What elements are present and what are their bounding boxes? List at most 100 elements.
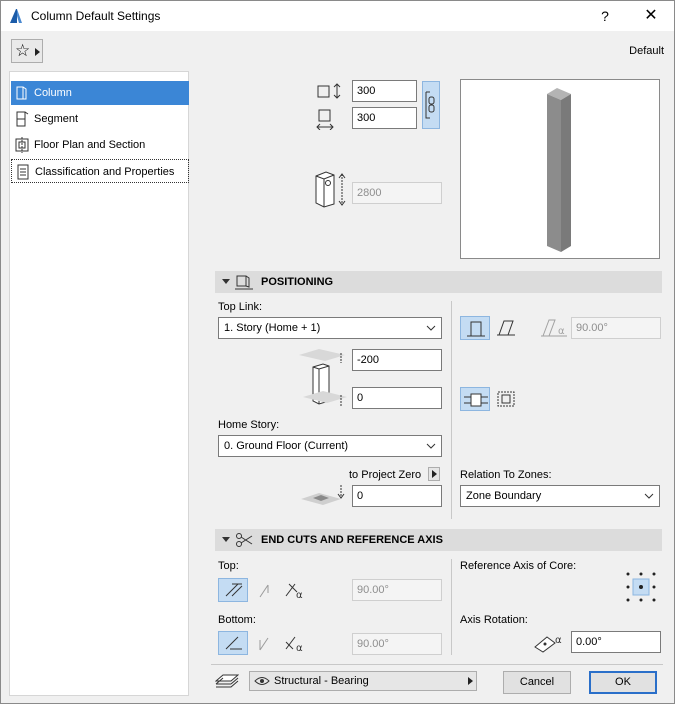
layer-icon — [215, 671, 239, 689]
width-icon — [316, 83, 344, 99]
project-zero-icon — [301, 485, 347, 507]
nav-item-floor-plan-and-section[interactable]: Floor Plan and Section — [11, 133, 189, 157]
end-cuts-section-header[interactable]: END CUTS AND REFERENCE AXIS — [215, 529, 662, 551]
axis-rotation-field[interactable]: 0.00° — [571, 631, 661, 653]
svg-text:α: α — [555, 635, 562, 646]
window-title: Column Default Settings — [31, 9, 161, 23]
reference-level-button[interactable] — [428, 467, 440, 481]
ok-button[interactable]: OK — [589, 671, 657, 694]
title-bar: Column Default Settings ? ✕ — [1, 1, 674, 31]
nav-item-label: Floor Plan and Section — [34, 139, 146, 151]
cut-perpendicular-icon — [224, 635, 244, 651]
top-cut-angle-field[interactable]: 90.00° — [352, 579, 442, 601]
positioning-section-header[interactable]: POSITIONING — [215, 271, 662, 293]
bottom-offset-field[interactable]: 0 — [352, 387, 442, 409]
nav-item-column[interactable]: Column — [11, 81, 189, 105]
default-label: Default — [629, 45, 664, 57]
reference-axis-picker[interactable] — [625, 571, 657, 603]
floor-plan-icon — [14, 137, 30, 153]
end-cuts-title: END CUTS AND REFERENCE AXIS — [261, 534, 443, 546]
column-wall-relation-button[interactable] — [460, 387, 490, 411]
slanted-column-button[interactable] — [491, 316, 521, 340]
top-link-label: Top Link: — [218, 301, 263, 313]
collapse-triangle-icon — [222, 279, 230, 284]
settings-navigation: Column Segment Floor Plan and Section Cl… — [9, 71, 189, 696]
bottom-cut-perpendicular-button[interactable] — [218, 631, 248, 655]
slant-angle-icon: α — [541, 318, 567, 338]
svg-text:α: α — [558, 326, 565, 337]
nav-item-classification-and-properties[interactable]: Classification and Properties — [11, 159, 189, 183]
svg-text:α: α — [296, 590, 303, 599]
column-wrapped-button[interactable] — [491, 387, 521, 411]
depth-field[interactable]: 300 — [352, 107, 417, 129]
end-cuts-divider — [451, 559, 452, 655]
positioning-divider — [451, 301, 452, 519]
top-offset-field[interactable]: -200 — [352, 349, 442, 371]
cancel-button[interactable]: Cancel — [503, 671, 571, 694]
close-button[interactable]: ✕ — [637, 5, 665, 27]
structural-function-select[interactable]: Structural - Bearing — [249, 671, 477, 691]
column-3d-preview — [460, 79, 660, 259]
bottom-cut-angle-field[interactable]: 90.00° — [352, 633, 442, 655]
column-wrapped-icon — [494, 390, 518, 408]
slant-angle-field[interactable]: 90.00° — [571, 317, 661, 339]
cut-vertical-icon — [254, 581, 274, 599]
column-height-field[interactable]: 2800 — [352, 182, 442, 204]
home-story-value: 0. Ground Floor (Current) — [224, 440, 349, 452]
footer-divider — [211, 664, 663, 665]
column-in-wall-icon — [464, 391, 488, 409]
bottom-cut-label: Bottom: — [218, 614, 256, 626]
help-button[interactable]: ? — [593, 5, 617, 27]
favorites-button[interactable]: ☆ — [11, 39, 43, 63]
bottom-cut-vertical-button[interactable] — [249, 631, 279, 655]
slanted-column-icon — [496, 318, 516, 336]
eye-icon — [254, 675, 270, 687]
reference-axis-label: Reference Axis of Core: — [460, 560, 577, 572]
home-story-label: Home Story: — [218, 419, 280, 431]
home-story-select[interactable]: 0. Ground Floor (Current) — [218, 435, 442, 457]
top-offset-icon — [299, 349, 349, 409]
top-cut-perpendicular-button[interactable] — [218, 578, 248, 602]
column-height-icon — [312, 170, 348, 208]
vertical-column-icon — [466, 319, 486, 337]
chevron-right-icon — [432, 470, 437, 478]
bottom-cut-custom-angle-button[interactable]: α — [279, 631, 309, 655]
chevron-down-icon — [426, 436, 436, 456]
nav-item-segment[interactable]: Segment — [11, 107, 189, 131]
to-project-zero-label: to Project Zero — [349, 469, 422, 481]
relation-to-zones-select[interactable]: Zone Boundary — [460, 485, 660, 507]
top-cut-label: Top: — [218, 560, 239, 572]
star-icon: ☆ — [15, 41, 31, 60]
cut-angle-icon: α — [283, 581, 305, 599]
axis-rotation-icon: α — [533, 631, 567, 653]
scissors-icon — [235, 532, 253, 548]
nav-item-label: Column — [34, 87, 72, 99]
column-icon — [14, 85, 30, 101]
width-field[interactable]: 300 — [352, 80, 417, 102]
cut-angle-icon: α — [283, 634, 305, 652]
relation-to-zones-label: Relation To Zones: — [460, 469, 552, 481]
cut-vertical-icon — [254, 634, 274, 652]
positioning-icon — [235, 274, 253, 290]
positioning-title: POSITIONING — [261, 276, 334, 288]
vertical-column-button[interactable] — [460, 316, 490, 340]
archicad-logo-icon — [9, 8, 23, 24]
project-zero-field[interactable]: 0 — [352, 485, 442, 507]
chevron-down-icon — [644, 486, 654, 506]
structural-function-value: Structural - Bearing — [274, 675, 369, 687]
relation-to-zones-value: Zone Boundary — [466, 490, 542, 502]
axis-rotation-label: Axis Rotation: — [460, 614, 528, 626]
top-link-value: 1. Story (Home + 1) — [224, 322, 321, 334]
collapse-triangle-icon — [222, 537, 230, 542]
chevron-right-icon — [35, 48, 40, 56]
chevron-down-icon — [426, 318, 436, 338]
segment-icon — [14, 111, 30, 127]
nav-item-label: Classification and Properties — [35, 166, 175, 178]
cut-perpendicular-icon — [224, 582, 244, 598]
link-dimensions-toggle[interactable] — [422, 81, 440, 129]
top-link-select[interactable]: 1. Story (Home + 1) — [218, 317, 442, 339]
top-cut-vertical-button[interactable] — [249, 578, 279, 602]
top-cut-custom-angle-button[interactable]: α — [279, 578, 309, 602]
column-default-settings-dialog: Column Default Settings ? ✕ ☆ Default Co… — [0, 0, 675, 704]
chain-link-icon — [424, 90, 438, 120]
